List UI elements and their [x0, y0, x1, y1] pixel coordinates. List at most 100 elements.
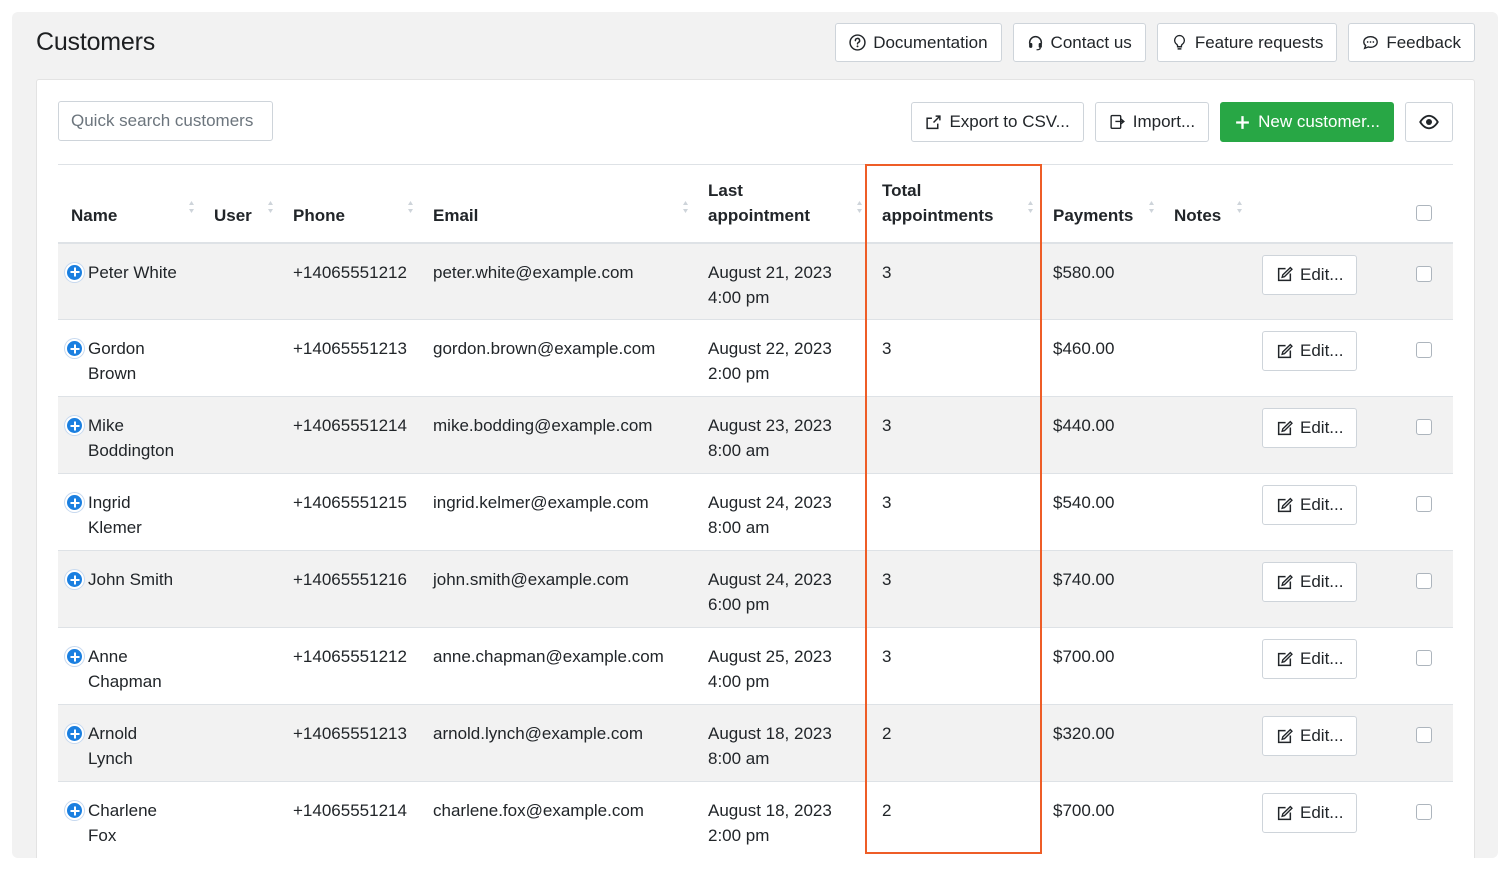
cell-phone: +14065551213 — [293, 339, 407, 358]
table-row: Peter White +14065551212 peter.white@examp… — [58, 242, 1453, 320]
column-header-email[interactable]: Email — [420, 165, 695, 243]
table-header-row: Name User Phone Email Last appointment To… — [58, 164, 1453, 243]
search-input[interactable] — [58, 101, 273, 141]
column-header-name[interactable]: Name — [58, 165, 201, 243]
app-window: Customers Documentation Contact us Featu… — [12, 12, 1498, 858]
expand-row-icon[interactable] — [65, 416, 84, 435]
column-header-user[interactable]: User — [201, 165, 280, 243]
expand-row-icon[interactable] — [65, 570, 84, 589]
row-checkbox[interactable] — [1416, 496, 1432, 512]
column-header-phone[interactable]: Phone — [280, 165, 420, 243]
expand-row-icon[interactable] — [65, 724, 84, 743]
select-all-checkbox[interactable] — [1416, 204, 1432, 221]
customer-name: Peter White — [88, 262, 177, 282]
row-checkbox[interactable] — [1416, 573, 1432, 589]
edit-button[interactable]: Edit... — [1262, 485, 1358, 525]
cell-select — [1369, 782, 1453, 859]
cell-actions: Edit... — [1249, 551, 1369, 628]
column-header-notes[interactable]: Notes — [1161, 165, 1249, 243]
column-header-total-appointments[interactable]: Total appointments — [869, 165, 1040, 243]
feature-requests-button[interactable]: Feature requests — [1156, 23, 1338, 62]
import-button[interactable]: Import... — [1094, 102, 1210, 142]
cell-name: Ingrid Klemer — [58, 474, 201, 551]
edit-button[interactable]: Edit... — [1262, 716, 1358, 756]
row-checkbox[interactable] — [1416, 804, 1432, 820]
row-checkbox[interactable] — [1416, 727, 1432, 743]
cell-actions: Edit... — [1249, 474, 1369, 551]
cell-notes — [1161, 320, 1249, 397]
new-customer-button[interactable]: New customer... — [1220, 102, 1394, 142]
sort-icon — [268, 200, 273, 213]
cell-user — [201, 397, 280, 474]
cell-user — [201, 474, 280, 551]
cell-user — [201, 320, 280, 397]
edit-icon — [1277, 343, 1293, 358]
cell-select — [1369, 705, 1453, 782]
export-csv-button[interactable]: Export to CSV... — [911, 102, 1084, 142]
sort-icon — [1149, 200, 1154, 213]
cell-notes — [1161, 474, 1249, 551]
expand-row-icon[interactable] — [65, 493, 84, 512]
cell-actions: Edit... — [1249, 243, 1369, 320]
cell-payments: $580.00 — [1053, 262, 1115, 282]
cell-phone: +14065551212 — [293, 262, 407, 282]
cell-email: ingrid.kelmer@example.com — [433, 493, 649, 512]
row-checkbox[interactable] — [1416, 342, 1432, 358]
question-circle-icon — [849, 34, 866, 51]
edit-button[interactable]: Edit... — [1262, 639, 1358, 679]
column-header-select — [1369, 165, 1453, 243]
column-visibility-button[interactable] — [1405, 102, 1453, 142]
edit-icon — [1277, 266, 1293, 282]
table-row: Anne Chapman +14065551212 anne.chapman@exam… — [58, 628, 1453, 705]
cell-phone: +14065551212 — [293, 647, 407, 666]
column-header-payments[interactable]: Payments — [1040, 165, 1161, 243]
cell-phone: +14065551214 — [293, 416, 407, 435]
cell-email: gordon.brown@example.com — [433, 339, 656, 358]
cell-user — [201, 551, 280, 628]
row-checkbox[interactable] — [1416, 419, 1432, 435]
row-checkbox[interactable] — [1416, 265, 1432, 282]
cell-actions: Edit... — [1249, 705, 1369, 782]
edit-label: Edit... — [1300, 341, 1344, 360]
expand-row-icon[interactable] — [65, 647, 84, 666]
row-checkbox[interactable] — [1416, 650, 1432, 666]
cell-notes — [1161, 551, 1249, 628]
cell-payments: $320.00 — [1053, 724, 1115, 743]
expand-row-icon[interactable] — [65, 801, 84, 820]
cell-total-appointments: 3 — [882, 339, 892, 358]
expand-row-icon[interactable] — [65, 262, 84, 282]
cell-last-appointment: August 18, 2023 8:00 am — [708, 724, 832, 768]
cell-payments: $740.00 — [1053, 570, 1115, 589]
table-row: John Smith +14065551216 john.smith@example… — [58, 550, 1453, 628]
cell-user — [201, 243, 280, 320]
edit-label: Edit... — [1300, 649, 1344, 668]
edit-button[interactable]: Edit... — [1262, 331, 1358, 371]
customers-card: Export to CSV... Import... New customer.… — [36, 79, 1475, 858]
column-header-last-appointment[interactable]: Last appointment — [695, 165, 869, 243]
expand-row-icon[interactable] — [65, 339, 84, 358]
cell-user — [201, 705, 280, 782]
table-row: Ingrid Klemer +14065551215 ingrid.kelmer@ex… — [58, 474, 1453, 551]
edit-button[interactable]: Edit... — [1262, 408, 1358, 448]
documentation-button[interactable]: Documentation — [835, 23, 1002, 62]
lightbulb-icon — [1173, 34, 1185, 50]
contact-us-button[interactable]: Contact us — [1012, 23, 1146, 62]
table-toolbar: Export to CSV... Import... New customer.… — [911, 102, 1453, 142]
cell-last-appointment: August 24, 2023 6:00 pm — [708, 570, 832, 614]
cell-select — [1369, 397, 1453, 474]
cell-notes — [1161, 782, 1249, 859]
cell-notes — [1161, 397, 1249, 474]
cell-last-appointment: August 21, 2023 4:00 pm — [708, 262, 832, 307]
edit-button[interactable]: Edit... — [1262, 793, 1358, 833]
cell-last-appointment: August 18, 2023 2:00 pm — [708, 801, 832, 845]
cell-select — [1369, 551, 1453, 628]
cell-phone: +14065551214 — [293, 801, 407, 820]
customer-name: Ingrid Klemer — [88, 493, 142, 537]
edit-button[interactable]: Edit... — [1262, 562, 1358, 602]
sort-icon — [408, 200, 413, 213]
edit-button[interactable]: Edit... — [1262, 254, 1358, 295]
export-csv-label: Export to CSV... — [949, 112, 1070, 131]
cell-total-appointments: 2 — [882, 724, 892, 743]
feedback-button[interactable]: Feedback — [1348, 23, 1475, 62]
cell-actions: Edit... — [1249, 320, 1369, 397]
